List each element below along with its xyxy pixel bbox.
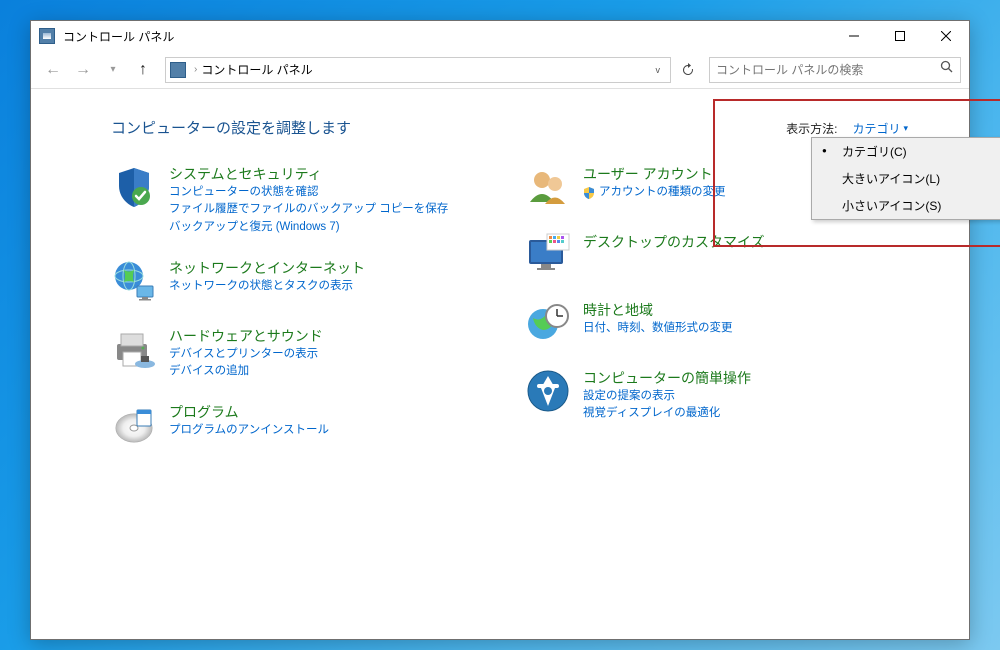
category-network: ネットワークとインターネット ネットワークの状態とタスクの表示 <box>111 258 495 304</box>
disc-icon <box>111 402 157 448</box>
content-area: コンピューターの設定を調整します 表示方法: カテゴリ カテゴリ(C) 大きいア… <box>31 89 969 490</box>
breadcrumb-dropdown-icon[interactable]: v <box>650 65 667 75</box>
window-title: コントロール パネル <box>63 28 831 45</box>
menu-item-large-icons[interactable]: 大きいアイコン(L) <box>812 165 1000 192</box>
clock-globe-icon <box>525 300 571 346</box>
category-security: システムとセキュリティ コンピューターの状態を確認 ファイル履歴でファイルのバッ… <box>111 164 495 236</box>
close-button[interactable] <box>923 21 969 51</box>
window: コントロール パネル ← → ▾ ↑ › コントロール パネル v コン <box>30 20 970 640</box>
left-column: システムとセキュリティ コンピューターの状態を確認 ファイル履歴でファイルのバッ… <box>111 164 495 470</box>
sub-link[interactable]: プログラムのアンインストール <box>169 422 329 439</box>
ease-of-access-icon <box>525 368 571 414</box>
category-title[interactable]: デスクトップのカスタマイズ <box>583 234 765 250</box>
sub-link[interactable]: デバイスの追加 <box>169 363 323 380</box>
view-by-label: 表示方法: <box>786 120 837 137</box>
control-panel-icon <box>39 28 55 44</box>
breadcrumb[interactable]: コントロール パネル <box>201 61 312 78</box>
category-title[interactable]: システムとセキュリティ <box>169 166 322 182</box>
sub-link[interactable]: ネットワークの状態とタスクの表示 <box>169 278 365 295</box>
category-desktop: デスクトップのカスタマイズ <box>525 232 909 278</box>
monitor-icon <box>525 232 571 278</box>
sub-link[interactable]: 設定の提案の表示 <box>583 388 751 405</box>
address-box[interactable]: › コントロール パネル v <box>165 57 671 83</box>
sub-link[interactable]: デバイスとプリンターの表示 <box>169 346 323 363</box>
category-hardware: ハードウェアとサウンド デバイスとプリンターの表示 デバイスの追加 <box>111 326 495 381</box>
menu-item-category[interactable]: カテゴリ(C) <box>812 138 1000 165</box>
maximize-button[interactable] <box>877 21 923 51</box>
control-panel-icon <box>170 62 186 78</box>
users-icon <box>525 164 571 210</box>
view-by-menu: カテゴリ(C) 大きいアイコン(L) 小さいアイコン(S) <box>811 137 1000 220</box>
category-title[interactable]: ネットワークとインターネット <box>169 260 365 276</box>
search-box[interactable] <box>709 57 961 83</box>
category-columns: システムとセキュリティ コンピューターの状態を確認 ファイル履歴でファイルのバッ… <box>111 164 909 470</box>
category-ease: コンピューターの簡単操作 設定の提案の表示 視覚ディスプレイの最適化 <box>525 368 909 423</box>
recent-button[interactable]: ▾ <box>99 56 127 84</box>
category-title[interactable]: ユーザー アカウント <box>583 166 713 182</box>
category-title[interactable]: プログラム <box>169 404 239 420</box>
minimize-button[interactable] <box>831 21 877 51</box>
sub-link[interactable]: 視覚ディスプレイの最適化 <box>583 405 751 422</box>
address-bar: ← → ▾ ↑ › コントロール パネル v <box>31 51 969 89</box>
up-button[interactable]: ↑ <box>129 56 157 84</box>
category-title[interactable]: 時計と地域 <box>583 302 653 318</box>
menu-item-small-icons[interactable]: 小さいアイコン(S) <box>812 192 1000 219</box>
category-clock: 時計と地域 日付、時刻、数値形式の変更 <box>525 300 909 346</box>
sub-link[interactable]: 日付、時刻、数値形式の変更 <box>583 320 733 337</box>
titlebar: コントロール パネル <box>31 21 969 51</box>
back-button[interactable]: ← <box>39 56 67 84</box>
uac-shield-icon <box>583 187 595 199</box>
search-icon[interactable] <box>940 60 954 79</box>
sub-link[interactable]: コンピューターの状態を確認 <box>169 184 448 201</box>
category-programs: プログラム プログラムのアンインストール <box>111 402 495 448</box>
globe-icon <box>111 258 157 304</box>
forward-button[interactable]: → <box>69 56 97 84</box>
sub-link[interactable]: ファイル履歴でファイルのバックアップ コピーを保存 <box>169 201 448 218</box>
search-input[interactable] <box>716 63 940 77</box>
printer-icon <box>111 326 157 372</box>
sub-link[interactable]: アカウントの種類の変更 <box>583 184 726 201</box>
category-title[interactable]: コンピューターの簡単操作 <box>583 370 751 386</box>
window-controls <box>831 21 969 51</box>
refresh-button[interactable] <box>673 63 703 77</box>
breadcrumb-separator: › <box>194 64 197 75</box>
sub-link[interactable]: バックアップと復元 (Windows 7) <box>169 219 448 236</box>
shield-icon <box>111 164 157 210</box>
category-title[interactable]: ハードウェアとサウンド <box>169 328 323 344</box>
